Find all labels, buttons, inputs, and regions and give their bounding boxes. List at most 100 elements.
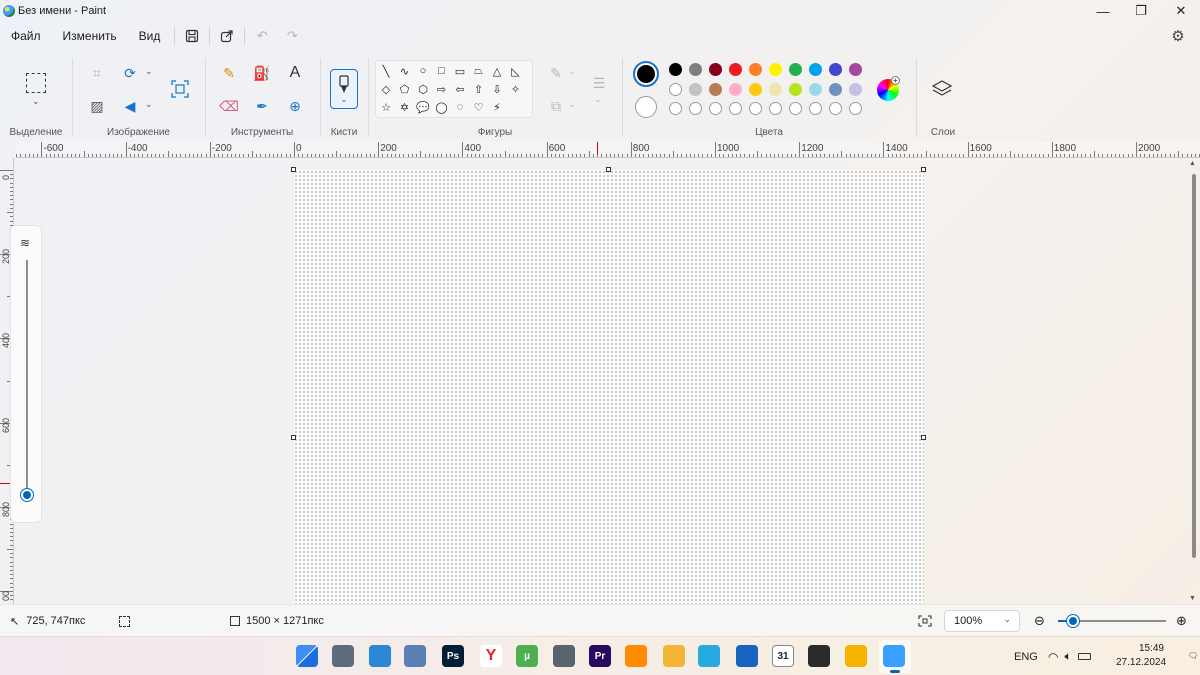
color-swatch[interactable] (789, 82, 802, 96)
zoom-in-icon[interactable]: ⊕ (1176, 605, 1187, 637)
chrome-canary-icon[interactable] (845, 645, 867, 667)
menu-view[interactable]: Вид (131, 24, 169, 48)
chevron-down-icon[interactable]: ⌄ (145, 66, 153, 77)
volume-icon[interactable]: 🔈︎ (1064, 649, 1071, 664)
settings-gear-icon[interactable]: ⚙ (1168, 26, 1188, 46)
empty-color-slot[interactable] (669, 102, 682, 115)
color-swatch[interactable] (829, 82, 842, 96)
color-swatch[interactable] (729, 63, 742, 76)
resize-handle-top-left[interactable] (291, 167, 296, 172)
notification-corner-icon[interactable]: 🗨 (1188, 651, 1198, 661)
paint-icon[interactable] (883, 645, 905, 667)
minimize-button[interactable]: — (1086, 0, 1120, 22)
magnifier-icon[interactable]: ⊕ (284, 95, 306, 117)
color-swatch[interactable] (709, 82, 722, 96)
layers-icon[interactable] (931, 78, 953, 100)
language-indicator[interactable]: ENG (1014, 637, 1038, 675)
windows-start-icon[interactable] (296, 645, 318, 667)
empty-color-slot[interactable] (729, 102, 742, 115)
menu-file[interactable]: Файл (3, 24, 49, 48)
color-swatch[interactable] (689, 63, 702, 76)
share-icon[interactable] (216, 25, 238, 47)
empty-color-slot[interactable] (709, 102, 722, 115)
drawing-canvas[interactable] (294, 170, 924, 604)
yandex-browser-icon[interactable]: Y (480, 645, 502, 667)
fit-to-window-icon[interactable] (918, 605, 932, 637)
empty-color-slot[interactable] (749, 102, 762, 115)
brush-icon[interactable]: ⌄ (330, 69, 358, 109)
security-icon[interactable] (736, 645, 758, 667)
undo-icon[interactable]: ↶ (251, 25, 273, 47)
color-swatch[interactable] (689, 82, 702, 96)
brush-size-track[interactable] (26, 260, 28, 500)
color-swatch[interactable] (749, 82, 762, 96)
color-swatch[interactable] (809, 63, 822, 76)
menu-edit[interactable]: Изменить (55, 24, 125, 48)
scrollbar-thumb[interactable] (1192, 174, 1196, 558)
zoom-slider[interactable] (1058, 615, 1166, 627)
chevron-down-icon[interactable]: ⌄ (145, 99, 153, 110)
color-swatch[interactable] (769, 63, 782, 76)
settings-icon[interactable] (332, 645, 354, 667)
save-icon[interactable] (181, 25, 203, 47)
resize-handle-right[interactable] (921, 435, 926, 440)
scroll-up-arrow[interactable]: ▲ (1189, 160, 1196, 167)
empty-color-slot[interactable] (769, 102, 782, 115)
clock[interactable]: 15:49 27.12.2024 (1116, 642, 1166, 670)
resize-icon[interactable]: ▨ (86, 95, 108, 117)
color-swatch[interactable] (849, 63, 862, 76)
torch-icon[interactable] (625, 645, 647, 667)
photoshop-icon[interactable]: Ps (442, 645, 464, 667)
maximize-button[interactable]: ❐ (1124, 0, 1158, 22)
wifi-icon[interactable]: ◠ (1048, 650, 1058, 664)
color-swatch[interactable] (669, 63, 682, 76)
resize-handle-top-right[interactable] (921, 167, 926, 172)
resize-handle-left[interactable] (291, 435, 296, 440)
image-background-icon[interactable] (169, 78, 191, 100)
paint3d-icon[interactable] (698, 645, 720, 667)
eraser-icon[interactable]: ⌫ (218, 95, 240, 117)
color-swatch[interactable] (809, 82, 822, 96)
primary-color[interactable] (633, 61, 659, 87)
crop-icon[interactable]: ⌗ (86, 62, 108, 84)
pencil-icon[interactable]: ✎ (218, 62, 240, 84)
color-swatch[interactable] (729, 82, 742, 96)
rotate-icon[interactable]: ⟳ (119, 62, 141, 84)
color-swatch[interactable] (789, 63, 802, 76)
color-swatch[interactable] (709, 63, 722, 76)
utorrent-icon[interactable]: µ (516, 645, 538, 667)
redo-icon[interactable]: ↷ (281, 25, 303, 47)
zoom-out-icon[interactable]: ⊖ (1034, 605, 1045, 637)
flip-icon[interactable]: ◀ (119, 95, 141, 117)
resize-handle-top[interactable] (606, 167, 611, 172)
photos-icon[interactable] (369, 645, 391, 667)
fill-bucket-icon[interactable]: ⛽ (251, 62, 273, 84)
color-swatch[interactable] (829, 63, 842, 76)
empty-color-slot[interactable] (789, 102, 802, 115)
vertical-scrollbar[interactable]: ▲ ▼ (1189, 160, 1197, 602)
color-swatch[interactable] (749, 63, 762, 76)
battery-icon[interactable] (1077, 653, 1091, 660)
zoom-level-select[interactable]: 100% ⌄ (944, 610, 1020, 632)
premiere-icon[interactable]: Pr (589, 645, 611, 667)
color-swatch[interactable] (769, 82, 782, 96)
color-swatch[interactable] (849, 82, 862, 96)
secondary-color[interactable] (635, 96, 657, 118)
calendar-icon[interactable]: 31 (772, 645, 794, 667)
zoom-slider-knob[interactable] (1067, 615, 1080, 627)
terminal-icon[interactable] (808, 645, 830, 667)
color-picker-icon[interactable]: ✒ (251, 95, 273, 117)
calculator-icon[interactable] (553, 645, 575, 667)
selection-rect-icon[interactable] (26, 73, 46, 93)
empty-color-slot[interactable] (829, 102, 842, 115)
scroll-down-arrow[interactable]: ▼ (1189, 595, 1196, 602)
close-button[interactable]: ✕ (1164, 0, 1198, 22)
empty-color-slot[interactable] (849, 102, 862, 115)
system-tray-icons[interactable]: ◠ 🔈︎ (1048, 637, 1091, 675)
empty-color-slot[interactable] (689, 102, 702, 115)
color-swatch[interactable] (669, 82, 682, 96)
empty-color-slot[interactable] (809, 102, 822, 115)
chevron-down-icon[interactable]: ⌄ (32, 96, 40, 107)
text-tool-icon[interactable]: A (284, 62, 306, 84)
file-explorer-icon[interactable] (663, 645, 685, 667)
